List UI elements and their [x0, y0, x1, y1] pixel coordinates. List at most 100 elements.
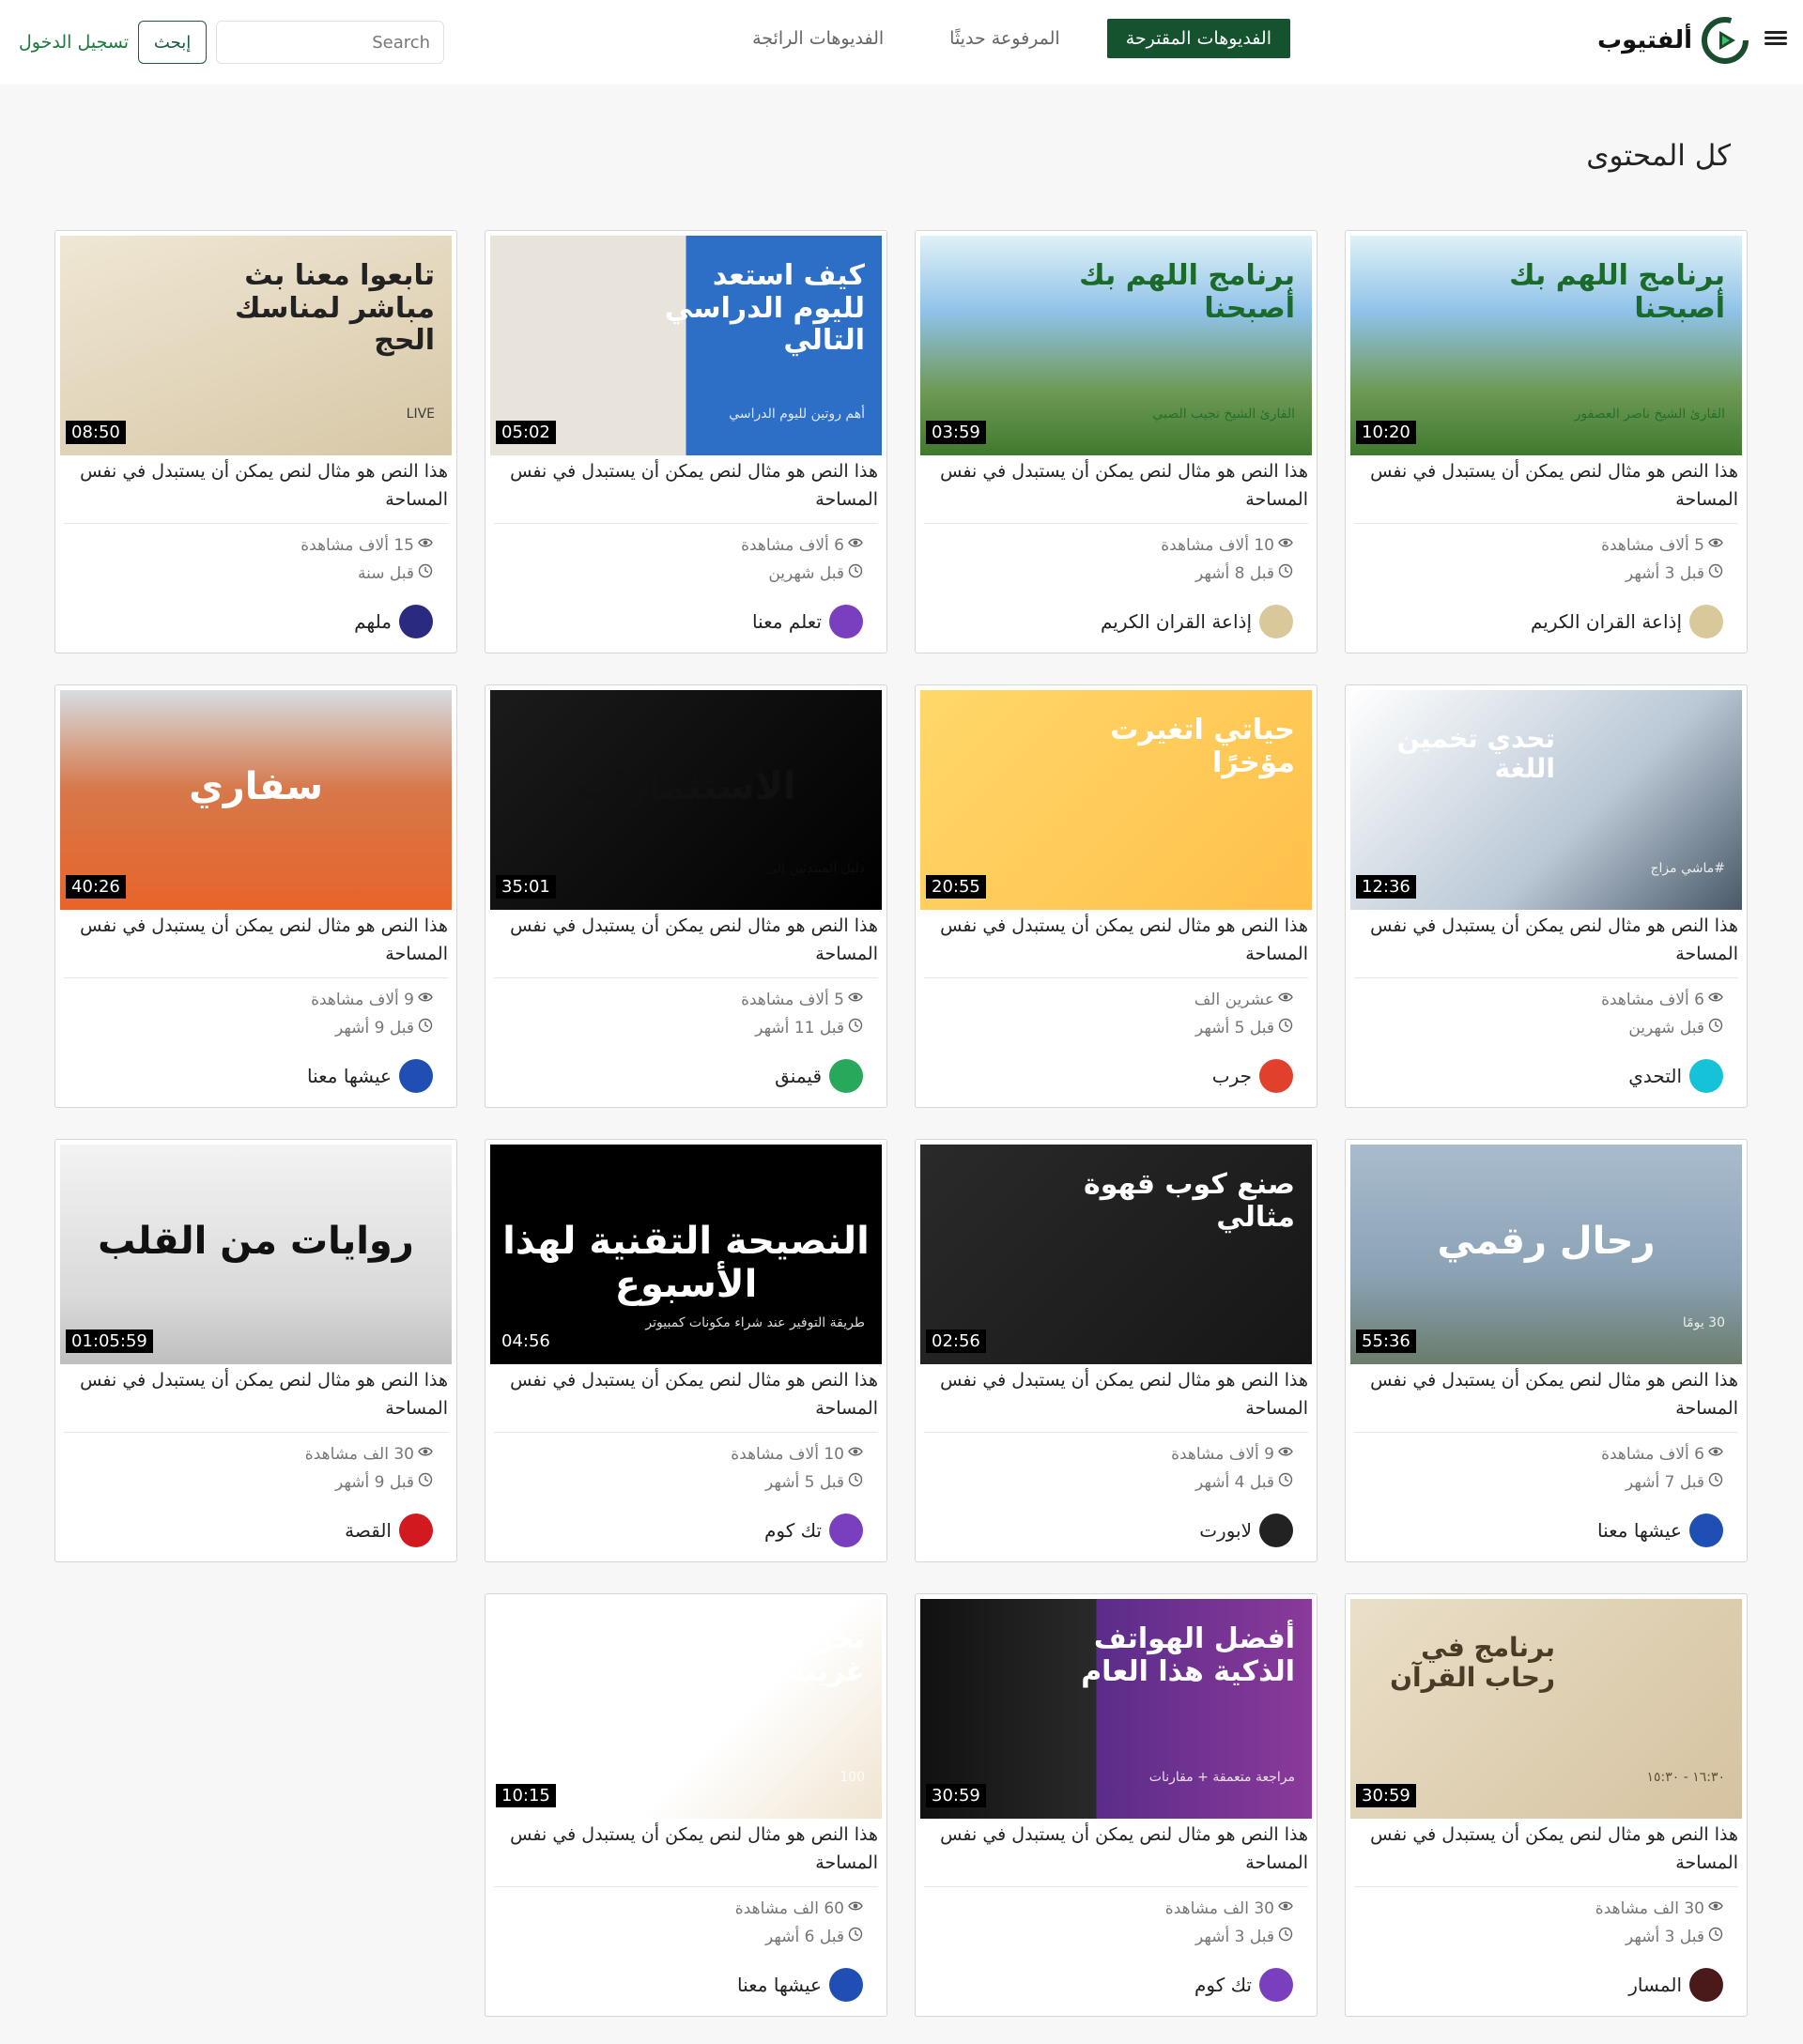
video-title[interactable]: هذا النص هو مثال لنص يمكن أن يستبدل في ن…: [924, 912, 1308, 968]
video-title[interactable]: هذا النص هو مثال لنص يمكن أن يستبدل في ن…: [924, 1366, 1308, 1422]
video-card[interactable]: حياتي اتغيرت مؤخرًا 20:55 هذا النص هو مث…: [915, 684, 1318, 1108]
thumbnail-headline: تحدي تخمين اللغة: [1396, 723, 1555, 785]
video-title[interactable]: هذا النص هو مثال لنص يمكن أن يستبدل في ن…: [494, 457, 878, 514]
divider: [924, 523, 1308, 524]
video-card[interactable]: النصيحة التقنية لهذا الأسبوع طريقة التوف…: [485, 1139, 887, 1562]
video-card[interactable]: روايات من القلب 01:05:59 هذا النص هو مثا…: [54, 1139, 457, 1562]
channel-link[interactable]: عيشها معنا: [307, 1059, 433, 1093]
channel-name: المسار: [1628, 1974, 1682, 1996]
video-card[interactable]: تابعوا معنا بث مباشر لمناسك الحج LIVE 08…: [54, 230, 457, 653]
tab-recent[interactable]: المرفوعة حديثًا: [931, 19, 1079, 58]
tab-suggested[interactable]: الفديوهات المقترحة: [1106, 19, 1290, 58]
channel-link[interactable]: عيشها معنا: [1597, 1514, 1723, 1547]
channel-link[interactable]: لابورت: [1199, 1514, 1293, 1547]
upload-age: قبل 4 أشهر: [1195, 1473, 1274, 1492]
video-thumbnail[interactable]: برنامج اللهم بك أصبحنا القارئ الشيخ نجيب…: [920, 236, 1312, 455]
channel-link[interactable]: جرب: [1212, 1059, 1293, 1093]
thumbnail-headline: برنامج اللهم بك أصبحنا: [1509, 259, 1725, 325]
video-card[interactable]: تحدي تخمين اللغة #ماشي مزاج 12:36 هذا ال…: [1345, 684, 1748, 1108]
channel-link[interactable]: إذاعة القران الكريم: [1531, 605, 1723, 638]
channel-link[interactable]: قيمنق: [775, 1059, 863, 1093]
channel-link[interactable]: تك كوم: [1194, 1968, 1293, 2002]
eye-icon: [848, 531, 863, 560]
video-card[interactable]: برنامج اللهم بك أصبحنا القارئ الشيخ ناصر…: [1345, 230, 1748, 653]
video-grid: برنامج اللهم بك أصبحنا القارئ الشيخ ناصر…: [54, 230, 1748, 2017]
channel-link[interactable]: تك كوم: [764, 1514, 863, 1547]
video-thumbnail[interactable]: تابعوا معنا بث مباشر لمناسك الحج LIVE 08…: [60, 236, 452, 455]
video-thumbnail[interactable]: تحدي تخمين اللغة #ماشي مزاج 12:36: [1350, 690, 1742, 910]
search-button[interactable]: إبحث: [138, 21, 208, 64]
upload-age: قبل 7 أشهر: [1626, 1473, 1704, 1492]
eye-icon: [1278, 531, 1293, 560]
video-thumbnail[interactable]: أفضل الهواتف الذكية هذا العام مراجعة متع…: [920, 1599, 1312, 1819]
channel-link[interactable]: عيشها معنا: [737, 1968, 863, 2002]
video-title[interactable]: هذا النص هو مثال لنص يمكن أن يستبدل في ن…: [924, 457, 1308, 514]
channel-link[interactable]: تعلم معنا: [752, 605, 863, 638]
video-title[interactable]: هذا النص هو مثال لنص يمكن أن يستبدل في ن…: [64, 1366, 448, 1422]
upload-age: قبل شهرين: [768, 564, 844, 583]
clock-icon: [848, 560, 863, 588]
video-title[interactable]: هذا النص هو مثال لنص يمكن أن يستبدل في ن…: [64, 912, 448, 968]
video-title[interactable]: هذا النص هو مثال لنص يمكن أن يستبدل في ن…: [1354, 457, 1738, 514]
video-card[interactable]: سفاري 40:26 هذا النص هو مثال لنص يمكن أن…: [54, 684, 457, 1108]
video-card[interactable]: أفضل الهواتف الذكية هذا العام مراجعة متع…: [915, 1593, 1318, 2017]
channel-link[interactable]: المسار: [1628, 1968, 1723, 2002]
tab-trending[interactable]: الفديوهات الرائجة: [733, 19, 902, 58]
video-thumbnail[interactable]: كيف استعد لليوم الدراسي التالي أهم روتين…: [490, 236, 882, 455]
divider: [1354, 977, 1738, 978]
video-thumbnail[interactable]: برنامج في رحاب القرآن ١٦:٣٠ - ١٥:٣٠ 30:5…: [1350, 1599, 1742, 1819]
channel-avatar: [1689, 1968, 1723, 2002]
video-thumbnail[interactable]: الاستثمارات دليل المبتدئين إلى 35:01: [490, 690, 882, 910]
channel-name: تك كوم: [1194, 1974, 1252, 1996]
video-card[interactable]: برنامج في رحاب القرآن ١٦:٣٠ - ١٥:٣٠ 30:5…: [1345, 1593, 1748, 2017]
video-title[interactable]: هذا النص هو مثال لنص يمكن أن يستبدل في ن…: [1354, 912, 1738, 968]
divider: [64, 523, 448, 524]
clock-icon: [1278, 1014, 1293, 1042]
search-input[interactable]: [216, 21, 445, 64]
video-meta: 5 ألاف مشاهدة قبل 11 أشهر: [490, 986, 863, 1042]
video-card[interactable]: الاستثمارات دليل المبتدئين إلى 35:01 هذا…: [485, 684, 887, 1108]
divider: [494, 977, 878, 978]
view-count: 10 ألاف مشاهدة: [1161, 536, 1274, 555]
video-card[interactable]: صنع كوب قهوة مثالي 02:56 هذا النص هو مثا…: [915, 1139, 1318, 1562]
thumbnail-subtext: دليل المبتدئين إلى: [766, 861, 865, 876]
video-title[interactable]: هذا النص هو مثال لنص يمكن أن يستبدل في ن…: [924, 1821, 1308, 1877]
video-card[interactable]: تجربة أطعمة غريبة 100 10:15 هذا النص هو …: [485, 1593, 887, 2017]
channel-avatar: [1259, 1059, 1293, 1093]
brand[interactable]: ألفتيوب: [1597, 17, 1749, 64]
video-title[interactable]: هذا النص هو مثال لنص يمكن أن يستبدل في ن…: [1354, 1821, 1738, 1877]
eye-icon: [418, 1440, 433, 1468]
thumbnail-subtext: 100: [840, 1770, 865, 1785]
channel-link[interactable]: إذاعة القران الكريم: [1101, 605, 1293, 638]
channel-link[interactable]: التحدي: [1628, 1059, 1723, 1093]
video-thumbnail[interactable]: تجربة أطعمة غريبة 100 10:15: [490, 1599, 882, 1819]
login-link[interactable]: تسجيل الدخول: [19, 32, 129, 53]
video-thumbnail[interactable]: حياتي اتغيرت مؤخرًا 20:55: [920, 690, 1312, 910]
hamburger-menu-icon[interactable]: [1764, 28, 1787, 51]
video-card[interactable]: برنامج اللهم بك أصبحنا القارئ الشيخ نجيب…: [915, 230, 1318, 653]
thumbnail-headline: أفضل الهواتف الذكية هذا العام: [1081, 1622, 1295, 1688]
search-area: تسجيل الدخول إبحث: [19, 21, 445, 64]
upload-age: قبل شهرين: [1628, 1019, 1704, 1037]
view-count: 6 ألاف مشاهدة: [741, 536, 844, 555]
video-card[interactable]: كيف استعد لليوم الدراسي التالي أهم روتين…: [485, 230, 887, 653]
video-thumbnail[interactable]: سفاري 40:26: [60, 690, 452, 910]
video-card[interactable]: رحال رقمي 30 يومًا 55:36 هذا النص هو مثا…: [1345, 1139, 1748, 1562]
divider: [64, 977, 448, 978]
channel-link[interactable]: ملهم: [354, 605, 433, 638]
video-thumbnail[interactable]: برنامج اللهم بك أصبحنا القارئ الشيخ ناصر…: [1350, 236, 1742, 455]
video-title[interactable]: هذا النص هو مثال لنص يمكن أن يستبدل في ن…: [494, 1821, 878, 1877]
video-thumbnail[interactable]: صنع كوب قهوة مثالي 02:56: [920, 1145, 1312, 1364]
section-title: كل المحتوى: [1586, 139, 1731, 173]
thumbnail-subtext: أهم روتين لليوم الدراسي: [729, 407, 865, 422]
video-title[interactable]: هذا النص هو مثال لنص يمكن أن يستبدل في ن…: [1354, 1366, 1738, 1422]
video-thumbnail[interactable]: رحال رقمي 30 يومًا 55:36: [1350, 1145, 1742, 1364]
clock-icon: [1278, 1923, 1293, 1951]
video-title[interactable]: هذا النص هو مثال لنص يمكن أن يستبدل في ن…: [64, 457, 448, 514]
video-title[interactable]: هذا النص هو مثال لنص يمكن أن يستبدل في ن…: [494, 912, 878, 968]
video-title[interactable]: هذا النص هو مثال لنص يمكن أن يستبدل في ن…: [494, 1366, 878, 1422]
video-thumbnail[interactable]: روايات من القلب 01:05:59: [60, 1145, 452, 1364]
channel-link[interactable]: القصة: [345, 1514, 433, 1547]
video-thumbnail[interactable]: النصيحة التقنية لهذا الأسبوع طريقة التوف…: [490, 1145, 882, 1364]
channel-avatar: [829, 1514, 863, 1547]
